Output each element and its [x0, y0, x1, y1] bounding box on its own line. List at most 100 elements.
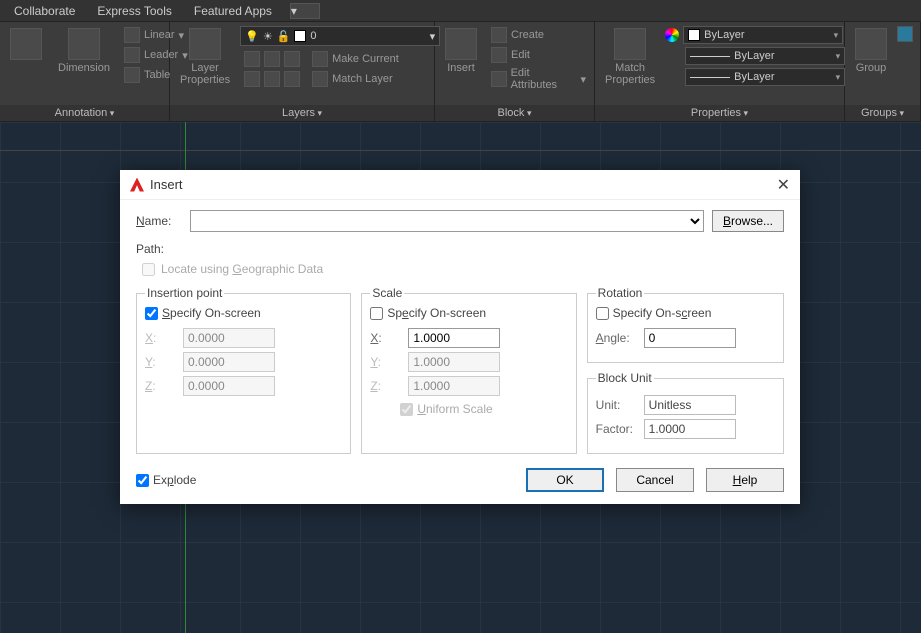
group-icon: [855, 28, 887, 60]
insertion-x-input: [183, 328, 275, 348]
panel-title-annotation[interactable]: Annotation: [55, 107, 115, 119]
factor-value: 1.0000: [644, 419, 736, 439]
axis-horizontal: [0, 150, 921, 151]
name-label: Name:: [136, 214, 182, 228]
insertion-point-group: Insertion point Specify On-screen X: Y: …: [136, 286, 351, 454]
group-button[interactable]: Group: [849, 26, 893, 76]
menu-collaborate[interactable]: Collaborate: [4, 2, 85, 20]
explode-checkbox[interactable]: [136, 474, 149, 487]
scale-specify-checkbox[interactable]: [370, 307, 383, 320]
explode-label: Explode: [153, 473, 196, 487]
panel-title-groups[interactable]: Groups: [861, 107, 904, 119]
layers-icon: [189, 28, 221, 60]
layer-tool-icon: [264, 51, 280, 67]
ok-button[interactable]: OK: [526, 468, 604, 492]
lock-icon: 🔓: [277, 30, 291, 43]
panel-groups: Group Groups: [845, 22, 921, 121]
dialog-title: Insert: [150, 177, 183, 192]
scale-z-label: Z:: [370, 379, 400, 393]
layer-tool-1[interactable]: [240, 50, 304, 68]
match-prop-icon: [614, 28, 646, 60]
ribbon-appearance-dropdown[interactable]: ▾: [290, 3, 320, 19]
insert-dialog: Insert ✕ Name: Browse... Path: Locate us…: [120, 170, 800, 504]
menu-featured-apps[interactable]: Featured Apps: [184, 2, 282, 20]
edit-attr-icon: [491, 71, 507, 87]
line-preview: [690, 56, 730, 57]
name-dropdown[interactable]: [190, 210, 704, 232]
angle-input[interactable]: [644, 328, 736, 348]
insertion-legend: Insertion point: [145, 286, 224, 300]
dimension-icon: [68, 28, 100, 60]
layer-tool-icon: [284, 71, 300, 87]
layer-dropdown[interactable]: 💡 ☀ 🔓 0 ▾: [240, 26, 440, 46]
edit-block-button[interactable]: Edit: [487, 46, 590, 64]
help-button[interactable]: Help: [706, 468, 784, 492]
current-layer-name: 0: [310, 30, 316, 42]
menubar: Collaborate Express Tools Featured Apps …: [0, 0, 921, 22]
path-label: Path:: [136, 242, 784, 256]
layer-properties-button[interactable]: Layer Properties: [174, 26, 236, 88]
browse-button[interactable]: Browse...: [712, 210, 784, 232]
panel-layers: Layer Properties 💡 ☀ 🔓 0 ▾: [170, 22, 435, 121]
sun-icon: ☀: [263, 30, 273, 43]
panel-annotation: . Dimension Linear▾ Leader▾ Table Annota…: [0, 22, 170, 121]
rotation-specify-label: Specify On-screen: [613, 306, 712, 320]
panel-title-properties[interactable]: Properties: [691, 107, 748, 119]
autocad-logo-icon: [130, 178, 144, 192]
factor-label: Factor:: [596, 422, 636, 436]
line-preview: [690, 77, 730, 78]
insertion-z-label: Z:: [145, 379, 175, 393]
insert-button[interactable]: Insert: [439, 26, 483, 76]
blockunit-legend: Block Unit: [596, 371, 654, 385]
locate-geo-label: Locate using Geographic Data: [161, 262, 323, 276]
insertion-specify-checkbox[interactable]: [145, 307, 158, 320]
layer-tool-2[interactable]: [240, 70, 304, 88]
scale-z-input: [408, 376, 500, 396]
panel-title-layers[interactable]: Layers: [282, 107, 322, 119]
insertion-y-input: [183, 352, 275, 372]
insertion-specify-label: Specify On-screen: [162, 306, 261, 320]
white-swatch: [688, 29, 700, 41]
close-button[interactable]: ✕: [777, 175, 790, 195]
locate-geo-checkbox: [142, 263, 155, 276]
make-current-button[interactable]: Make Current: [308, 50, 403, 68]
scale-y-input: [408, 352, 500, 372]
uniform-scale-label: Uniform Scale: [417, 402, 492, 416]
match-properties-button[interactable]: Match Properties: [599, 26, 661, 88]
create-block-button[interactable]: Create: [487, 26, 590, 44]
angle-label: Angle:: [596, 331, 636, 345]
rotation-legend: Rotation: [596, 286, 645, 300]
scale-specify-label: Specify On-screen: [387, 306, 486, 320]
panel-title-block[interactable]: Block: [498, 107, 532, 119]
uniform-scale-checkbox: [400, 403, 413, 416]
layer-tool-icon: [244, 71, 260, 87]
scale-x-input[interactable]: [408, 328, 500, 348]
edit-attributes-button[interactable]: Edit Attributes▾: [487, 66, 590, 92]
menu-express-tools[interactable]: Express Tools: [87, 2, 181, 20]
match-layer-button[interactable]: Match Layer: [308, 70, 403, 88]
linetype-dropdown[interactable]: ByLayer: [685, 68, 845, 86]
rotation-specify-checkbox[interactable]: [596, 307, 609, 320]
cancel-button[interactable]: Cancel: [616, 468, 694, 492]
insert-icon: [445, 28, 477, 60]
create-icon: [491, 27, 507, 43]
text-button[interactable]: .: [4, 26, 48, 76]
panel-block: Insert Create Edit Edit Attributes▾ Bloc…: [435, 22, 595, 121]
dimension-button[interactable]: Dimension: [52, 26, 116, 76]
rotation-group: Rotation Specify On-screen Angle:: [587, 286, 784, 363]
dialog-titlebar[interactable]: Insert ✕: [120, 170, 800, 200]
edit-icon: [491, 47, 507, 63]
make-current-icon: [312, 51, 328, 67]
scale-group: Scale Specify On-screen X: Y: Z: Uniform…: [361, 286, 576, 454]
unit-value: Unitless: [644, 395, 736, 415]
group-tool-icon[interactable]: [897, 26, 913, 42]
text-icon: [10, 28, 42, 60]
match-layer-icon: [312, 71, 328, 87]
insertion-y-label: Y:: [145, 355, 175, 369]
scale-x-label: X:: [370, 331, 400, 345]
leader-icon: [124, 47, 140, 63]
lineweight-dropdown[interactable]: ByLayer: [685, 47, 845, 65]
dimension-label: Dimension: [58, 62, 110, 74]
linear-icon: [124, 27, 140, 43]
color-dropdown[interactable]: ByLayer: [683, 26, 843, 44]
